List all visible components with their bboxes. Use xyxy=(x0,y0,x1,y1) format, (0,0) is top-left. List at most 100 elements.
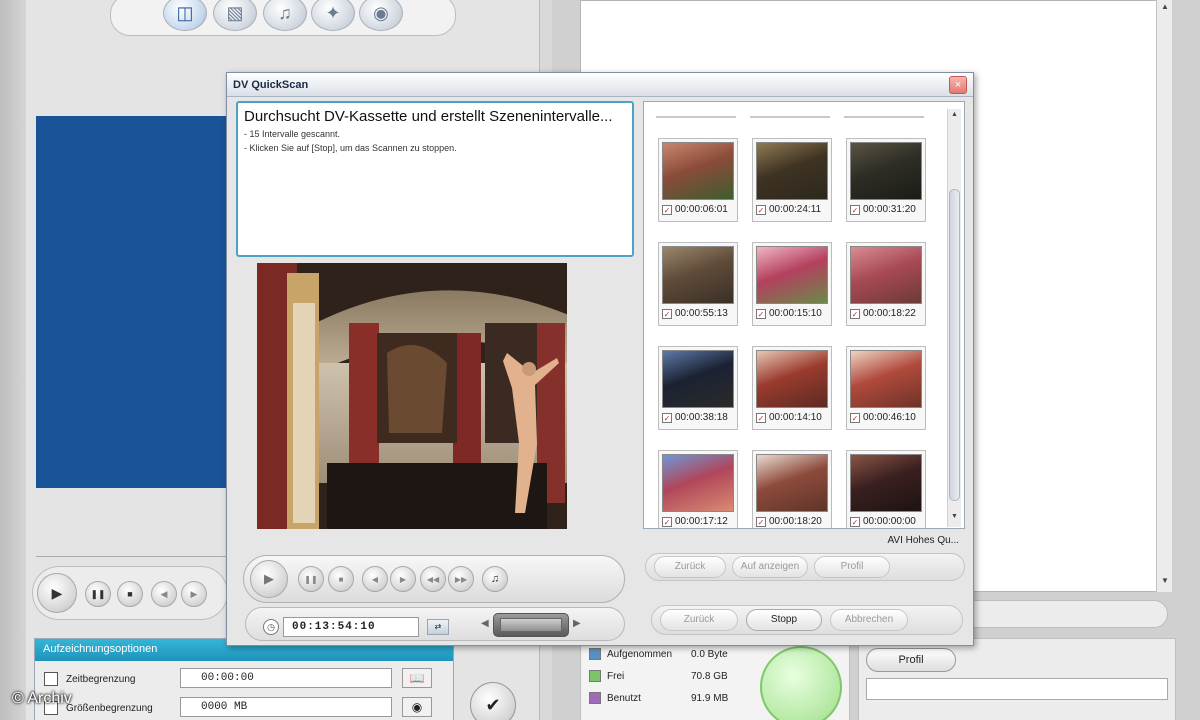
jog-shuttle[interactable] xyxy=(493,613,569,637)
thumbnail-scrollbar[interactable]: ▲ ▼ xyxy=(947,109,961,527)
profile-field[interactable] xyxy=(866,678,1168,700)
scan-status-line: - 15 Intervalle gescannt. xyxy=(244,129,341,139)
scroll-down-icon[interactable]: ▼ xyxy=(949,513,960,524)
time-limit-field[interactable]: 00:00:00 xyxy=(180,668,392,688)
prev-frame-icon[interactable]: ◀ xyxy=(362,566,388,592)
profile-button[interactable]: Profil xyxy=(866,648,956,672)
legend-value: 0.0 Byte xyxy=(691,648,728,660)
rewind-icon[interactable]: ◀◀ xyxy=(420,566,446,592)
disc-icon[interactable]: ◉ xyxy=(359,0,403,31)
legend-swatch xyxy=(589,648,601,660)
scene-checkbox[interactable]: ✓ xyxy=(756,517,766,527)
play-icon[interactable]: ▶ xyxy=(250,560,288,598)
scene-checkbox[interactable]: ✓ xyxy=(850,413,860,423)
scene-thumbnail[interactable]: ✓ 00:00:17:12 xyxy=(658,450,738,528)
scene-checkbox[interactable]: ✓ xyxy=(850,309,860,319)
effects-icon[interactable]: ✦ xyxy=(311,0,355,31)
volume-icon[interactable]: ♫ xyxy=(482,566,508,592)
legend-label: Aufgenommen xyxy=(607,648,673,660)
shuttle-left-icon[interactable]: ◀ xyxy=(481,618,489,629)
scene-thumbnail-image xyxy=(662,142,734,200)
scene-thumbnail-image xyxy=(850,454,922,512)
scroll-down-icon[interactable]: ▼ xyxy=(1159,576,1171,588)
scene-thumbnail[interactable]: ✓ 00:00:06:01 xyxy=(658,138,738,222)
shuttle-right-icon[interactable]: ▶ xyxy=(573,618,581,629)
scene-thumbnail-image xyxy=(756,454,828,512)
scene-checkbox[interactable]: ✓ xyxy=(850,205,860,215)
next-frame-icon[interactable]: ▶ xyxy=(390,566,416,592)
prev-frame-icon[interactable]: ◀ xyxy=(151,581,177,607)
close-icon[interactable]: × xyxy=(949,76,967,94)
legend-label: Frei xyxy=(607,670,625,682)
capture-confirm-icon[interactable]: ✔ xyxy=(470,682,516,720)
audio-icon[interactable]: ♫ xyxy=(263,0,307,31)
scene-checkbox[interactable]: ✓ xyxy=(662,309,672,319)
clock-icon: ◷ xyxy=(263,619,279,635)
scene-thumbnail[interactable]: ✓ 00:00:38:18 xyxy=(658,346,738,430)
time-limit-checkbox[interactable] xyxy=(44,672,58,686)
scene-thumbnail[interactable]: ✓ 00:00:55:13 xyxy=(658,242,738,326)
capture-preview xyxy=(36,116,266,488)
edit-icon[interactable]: ▧ xyxy=(213,0,257,31)
capture-icon[interactable]: ◫ xyxy=(163,0,207,31)
scene-thumbnail-image xyxy=(662,350,734,408)
legend-label: Benutzt xyxy=(607,692,641,704)
scan-status-title: Durchsucht DV-Kassette und erstellt Szen… xyxy=(244,108,613,125)
scene-thumbnail-list: ✓ 00:00:06:01 ✓ 00:00:24:11 ✓ 00:00:31:20 ✓ 00:… xyxy=(643,101,965,529)
main-toolbar: ◫ ▧ ♫ ✦ ◉ xyxy=(110,0,456,36)
scrollbar-thumb[interactable] xyxy=(949,189,960,501)
scene-thumbnail-image xyxy=(850,142,922,200)
back-button[interactable]: Zurück xyxy=(654,556,726,578)
jog-shuttle-knob[interactable] xyxy=(500,618,562,632)
scene-timecode: 00:00:55:13 xyxy=(675,308,728,319)
play-icon[interactable]: ▶ xyxy=(37,573,77,613)
scroll-up-icon[interactable]: ▲ xyxy=(1159,2,1171,14)
scene-checkbox[interactable]: ✓ xyxy=(662,205,672,215)
cancel-button[interactable]: Abbrechen xyxy=(830,609,908,631)
size-limit-field[interactable]: 0000 MB xyxy=(180,697,392,717)
scene-timecode: 00:00:06:01 xyxy=(675,204,728,215)
scene-thumbnail[interactable]: ✓ 00:00:18:22 xyxy=(846,242,926,326)
scene-timecode: 00:00:17:12 xyxy=(675,516,728,527)
primary-button-bar: Zurück Stopp Abbrechen xyxy=(651,605,963,635)
camera-icon[interactable]: ◉ xyxy=(402,697,432,717)
scene-checkbox[interactable]: ✓ xyxy=(756,309,766,319)
scene-timecode: 00:00:24:11 xyxy=(769,204,822,215)
show-button[interactable]: Auf anzeigen xyxy=(732,556,808,578)
time-limit-label: Zeitbegrenzung xyxy=(66,673,136,685)
scene-checkbox[interactable]: ✓ xyxy=(850,517,860,527)
info-pane-scrollbar[interactable]: ▲ ▼ xyxy=(1156,0,1172,592)
stop-icon[interactable]: ■ xyxy=(117,581,143,607)
legend-recorded: Aufgenommen 0.0 Byte xyxy=(589,645,751,663)
scene-thumbnail[interactable]: ✓ 00:00:18:20 xyxy=(752,450,832,528)
scene-checkbox[interactable]: ✓ xyxy=(756,413,766,423)
timecode-set-icon[interactable]: ⇄ xyxy=(427,619,449,635)
stop-icon[interactable]: ■ xyxy=(328,566,354,592)
scene-thumbnail-image xyxy=(756,142,828,200)
dialog-titlebar[interactable]: DV QuickScan × xyxy=(227,73,973,97)
scene-thumbnail[interactable]: ✓ 00:00:15:10 xyxy=(752,242,832,326)
scene-checkbox[interactable]: ✓ xyxy=(662,517,672,527)
fast-forward-icon[interactable]: ▶▶ xyxy=(448,566,474,592)
scene-checkbox[interactable]: ✓ xyxy=(662,413,672,423)
scroll-up-icon[interactable]: ▲ xyxy=(949,111,960,122)
profile-button[interactable]: Profil xyxy=(814,556,890,578)
legend-value: 70.8 GB xyxy=(691,670,728,682)
book-icon[interactable]: 📖 xyxy=(402,668,432,688)
scene-checkbox[interactable]: ✓ xyxy=(756,205,766,215)
scene-thumbnail[interactable]: ✓ 00:00:00:00 xyxy=(846,450,926,528)
capture-position-slider[interactable] xyxy=(36,556,226,562)
pause-icon[interactable]: ❚❚ xyxy=(298,566,324,592)
back-button[interactable]: Zurück xyxy=(660,609,738,631)
stop-button[interactable]: Stopp xyxy=(746,609,822,631)
scene-thumbnail[interactable]: ✓ 00:00:24:11 xyxy=(752,138,832,222)
disk-usage-pie xyxy=(760,646,842,720)
timecode-field[interactable]: 00:13:54:10 xyxy=(283,617,419,637)
scene-thumbnail[interactable]: ✓ 00:00:31:20 xyxy=(846,138,926,222)
scan-status-line: - Klicken Sie auf [Stop], um das Scannen… xyxy=(244,143,457,153)
scene-thumbnail[interactable]: ✓ 00:00:46:10 xyxy=(846,346,926,430)
pause-icon[interactable]: ❚❚ xyxy=(85,581,111,607)
next-frame-icon[interactable]: ▶ xyxy=(181,581,207,607)
legend-used: Benutzt 91.9 MB xyxy=(589,689,751,707)
scene-thumbnail[interactable]: ✓ 00:00:14:10 xyxy=(752,346,832,430)
